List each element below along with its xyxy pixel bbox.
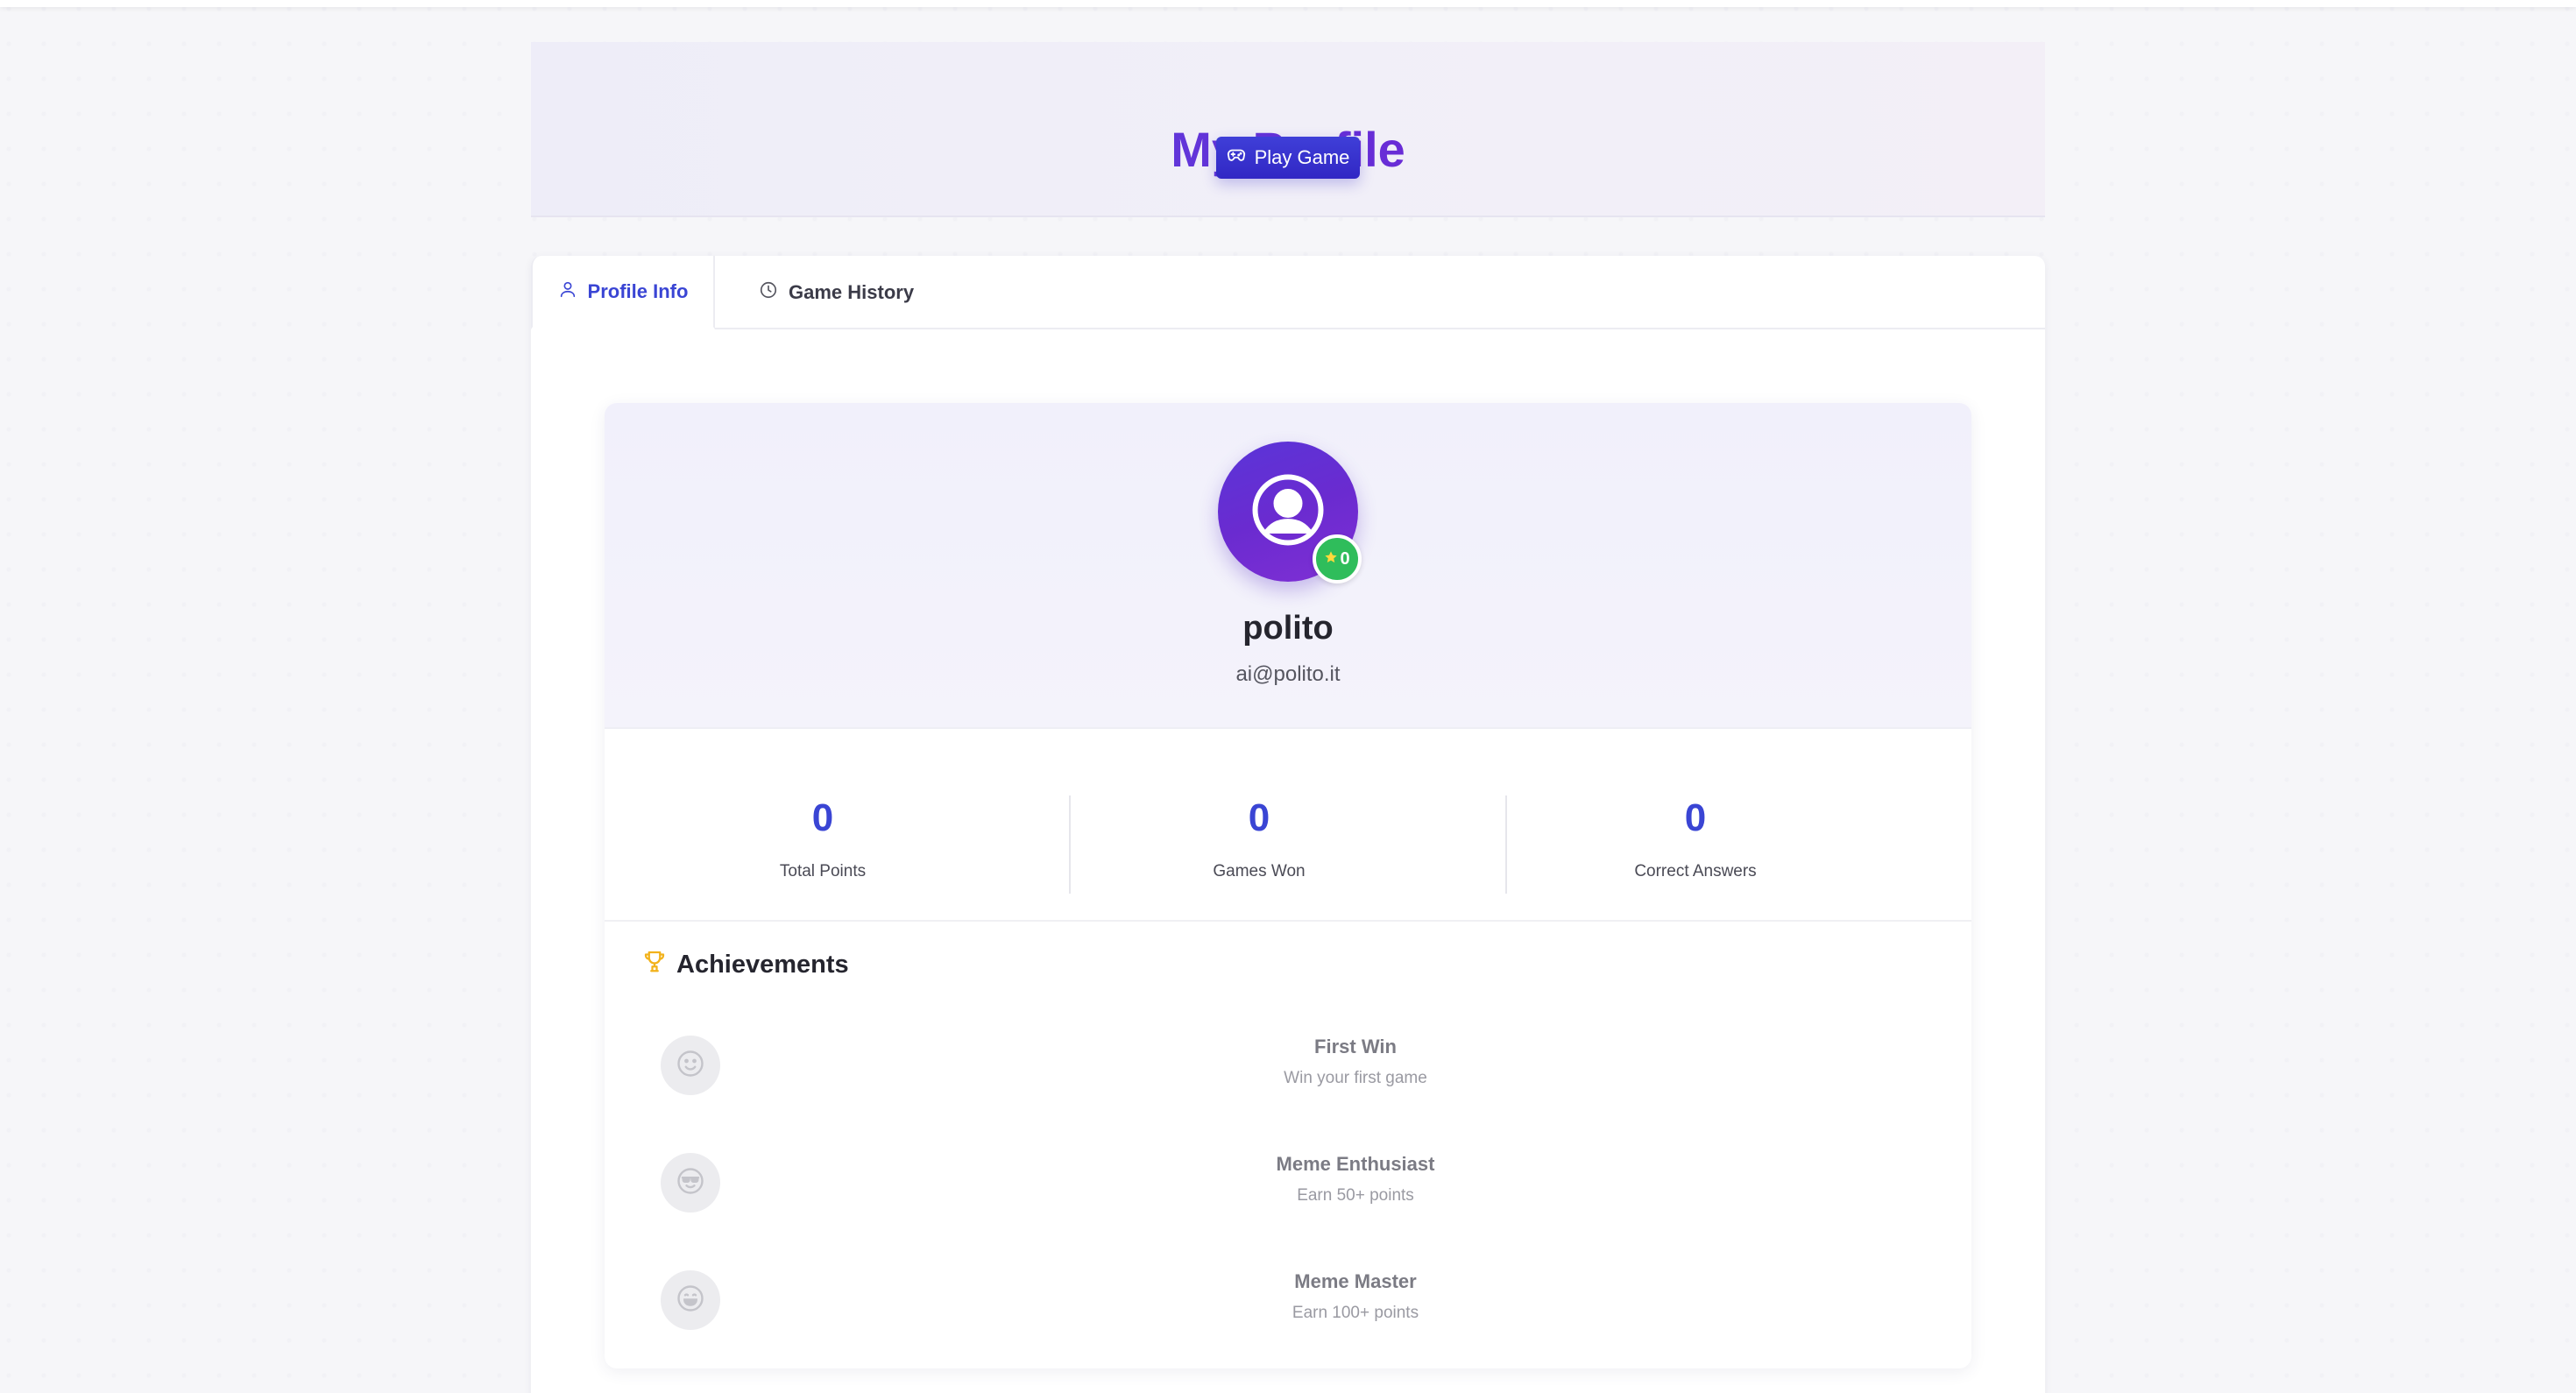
stat-value: 0 xyxy=(1684,796,1707,839)
trophy-icon xyxy=(641,948,668,981)
stat-games-won: 0 Games Won xyxy=(1041,794,1477,892)
profile-tabs: Profile Info Game History xyxy=(531,256,2045,329)
gamepad-icon xyxy=(1227,145,1246,170)
clock-icon xyxy=(759,280,778,305)
star-icon xyxy=(1324,549,1338,569)
achievement-name: First Win xyxy=(1314,1036,1397,1057)
profile-header-banner: My Profile xyxy=(531,42,2045,217)
achievement-item: Meme Master Earn 100+ points xyxy=(605,1270,1971,1358)
profile-info-card: 0 polito ai@polito.it 0 Total Points 0 G… xyxy=(605,403,1971,1368)
top-bar xyxy=(0,0,2576,7)
profile-summary: 0 polito ai@polito.it xyxy=(605,403,1971,729)
stat-value: 0 xyxy=(811,796,834,839)
achievement-description: Win your first game xyxy=(1284,1069,1427,1087)
achievement-name: Meme Master xyxy=(1294,1270,1417,1292)
profile-main-card: Profile Info Game History 0 polito ai@po… xyxy=(531,256,2045,1393)
tab-game-history[interactable]: Game History xyxy=(759,256,934,329)
stat-value: 0 xyxy=(1248,796,1270,839)
user-icon xyxy=(558,279,577,304)
stat-correct-answers: 0 Correct Answers xyxy=(1477,794,1914,892)
stat-label: Total Points xyxy=(779,862,867,880)
tab-profile-info-label: Profile Info xyxy=(587,279,689,302)
tab-game-history-label: Game History xyxy=(789,281,915,303)
tab-profile-info[interactable]: Profile Info xyxy=(531,256,715,329)
stat-label: Games Won xyxy=(1213,862,1306,880)
user-circle-icon xyxy=(1249,470,1327,554)
stat-total-points: 0 Total Points xyxy=(605,794,1041,892)
achievement-description: Earn 100+ points xyxy=(1292,1304,1419,1322)
achievement-item: First Win Win your first game xyxy=(605,1036,1971,1123)
achievement-name: Meme Enthusiast xyxy=(1276,1153,1435,1175)
play-game-label: Play Game xyxy=(1254,146,1350,168)
level-badge: 0 xyxy=(1313,534,1362,583)
achievement-description: Earn 50+ points xyxy=(1297,1186,1414,1205)
play-game-button[interactable]: Play Game xyxy=(1216,137,1360,179)
username: polito xyxy=(1242,610,1334,647)
stat-label: Correct Answers xyxy=(1634,862,1757,880)
achievements-title: Achievements xyxy=(676,950,849,979)
level-value: 0 xyxy=(1340,548,1350,569)
user-email: ai@polito.it xyxy=(1235,662,1341,686)
achievement-item: Meme Enthusiast Earn 50+ points xyxy=(605,1153,1971,1241)
stats-row: 0 Total Points 0 Games Won 0 Correct Ans… xyxy=(605,729,1971,922)
achievements-heading: Achievements xyxy=(641,948,849,981)
